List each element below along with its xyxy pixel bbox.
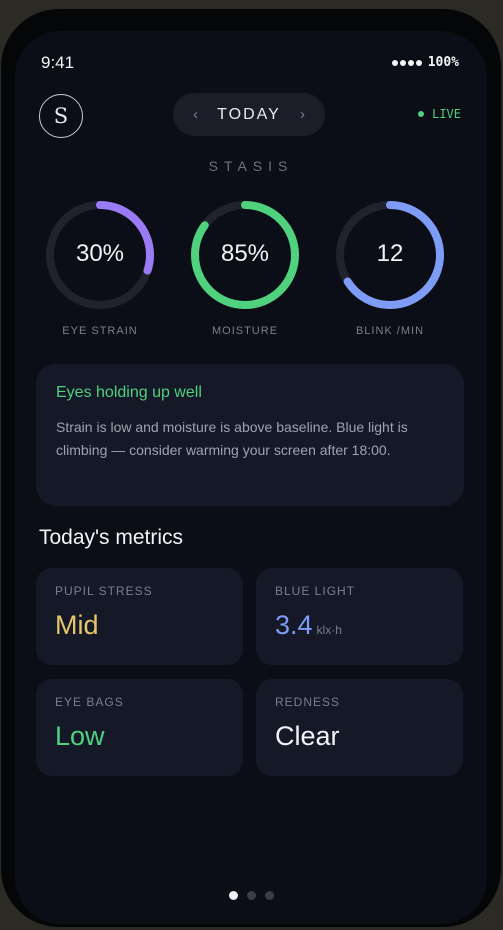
metric-card-blue-light[interactable]: BLUE LIGHT 3.4 klx·h [256,568,463,665]
ring-moisture[interactable]: 85% MOISTURE [180,196,310,337]
status-time: 9:41 [41,53,75,72]
ring-eye-strain[interactable]: 30% EYE STRAIN [35,196,165,337]
metric-card-eye-bags[interactable]: EYE BAGS Low [36,679,243,776]
page-dot[interactable] [228,891,238,900]
insight-card[interactable]: Eyes holding up well Strain is low and m… [36,364,464,506]
metric-value: Mid [55,610,99,640]
blink-rate-value: 12 [376,240,404,267]
metrics-section-title: Today's metrics [39,526,184,549]
live-indicator: LIVE [418,107,461,121]
live-label: LIVE [432,107,461,121]
moisture-label: MOISTURE [211,325,279,337]
metric-label: PUPIL STRESS [55,584,153,598]
signal-icon [391,59,422,66]
page-dot[interactable] [264,891,274,900]
metric-label: REDNESS [275,695,341,709]
insight-title: Eyes holding up well [56,384,202,401]
metric-label: BLUE LIGHT [275,584,356,598]
chevron-left-icon[interactable]: ‹ [193,106,198,123]
phone-frame: 9:41 100% S ‹ TODAY › LIVE STASIS 30% EY… [1,9,501,927]
chevron-right-icon[interactable]: › [300,106,305,123]
metric-card-redness[interactable]: REDNESS Clear [256,679,463,776]
page-dot[interactable] [246,891,256,900]
eye-strain-label: EYE STRAIN [62,325,138,337]
blink-rate-label: BLINK /MIN [355,325,425,337]
insight-body: Strain is low and moisture is above base… [56,419,408,458]
metric-value: Low [55,721,105,751]
metric-value: 3.4 [275,610,313,640]
status-bar-right: 100% [391,55,459,70]
app-logo-button[interactable]: S [39,94,83,138]
ring-gauges: 30% EYE STRAIN 85% MOISTURE 12 BLINK /MI… [35,196,475,341]
app-name: STASIS [208,158,294,174]
date-selector: ‹ TODAY › [173,93,325,136]
battery-level: 100% [427,55,459,70]
date-label[interactable]: TODAY [217,106,281,124]
metric-value: Clear [275,721,340,751]
eye-strain-value: 30% [75,240,125,267]
metric-label: EYE BAGS [55,695,124,709]
ring-blink-rate[interactable]: 12 BLINK /MIN [325,196,455,337]
app-screen: 9:41 100% S ‹ TODAY › LIVE STASIS 30% EY… [15,31,487,924]
moisture-value: 85% [220,240,270,267]
metric-card-pupil-stress[interactable]: PUPIL STRESS Mid [36,568,243,665]
page-indicator[interactable] [15,891,487,900]
live-dot-icon [418,111,425,117]
metric-unit: klx·h [316,623,342,637]
